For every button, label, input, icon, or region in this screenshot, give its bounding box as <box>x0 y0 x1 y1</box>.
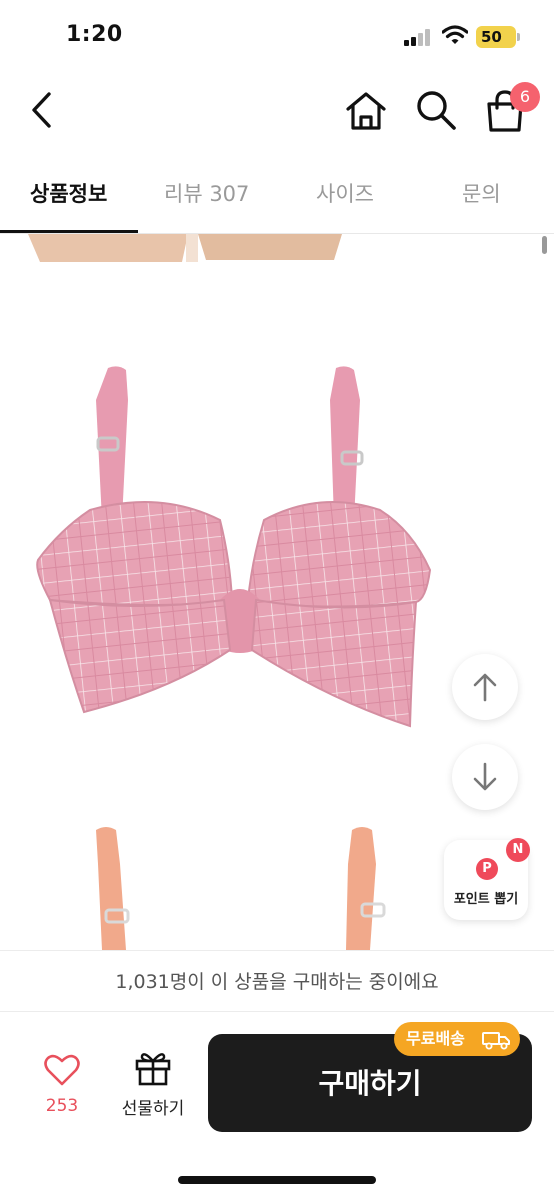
tab-inquiry[interactable]: 문의 <box>462 178 501 208</box>
back-arrow-icon[interactable] <box>22 88 62 132</box>
tab-reviews[interactable]: 리뷰 307 <box>164 178 249 208</box>
gift-button-label[interactable]: 선물하기 <box>108 1094 198 1119</box>
top-nav <box>0 70 554 154</box>
wifi-icon <box>442 25 468 44</box>
status-bar: 1:20 50 <box>0 0 554 70</box>
truck-icon <box>482 1032 510 1050</box>
product-tabs: 상품정보 리뷰 307 사이즈 문의 <box>0 158 554 234</box>
search-icon[interactable] <box>414 88 458 132</box>
like-count: 253 <box>45 1096 79 1116</box>
signal-icon <box>404 28 434 46</box>
status-time: 1:20 <box>66 22 123 47</box>
product-image-peach-bra <box>96 827 386 950</box>
tab-size[interactable]: 사이즈 <box>316 178 374 208</box>
home-indicator <box>178 1176 376 1184</box>
battery-icon: 50 <box>476 26 520 48</box>
heart-icon[interactable] <box>44 1054 80 1086</box>
product-image-pink-bra <box>36 366 432 728</box>
scroll-bottom-button[interactable] <box>452 744 518 810</box>
product-image-top-strip <box>28 234 342 262</box>
tab-product-info[interactable]: 상품정보 <box>30 178 107 208</box>
point-icon: P <box>476 858 498 880</box>
scroll-top-button[interactable] <box>452 654 518 720</box>
home-icon[interactable] <box>344 90 388 132</box>
active-tab-indicator <box>0 230 138 233</box>
gift-icon[interactable] <box>134 1050 172 1086</box>
point-draw-label: 포인트 뽑기 <box>453 892 519 907</box>
arrow-down-icon <box>473 762 497 791</box>
cart-count-badge: 6 <box>510 82 540 112</box>
scrollbar[interactable] <box>542 236 547 254</box>
new-badge: N <box>506 838 530 862</box>
arrow-up-icon <box>473 673 497 702</box>
purchasing-now-notice: 1,031명이 이 상품을 구매하는 중이에요 <box>0 950 554 1012</box>
